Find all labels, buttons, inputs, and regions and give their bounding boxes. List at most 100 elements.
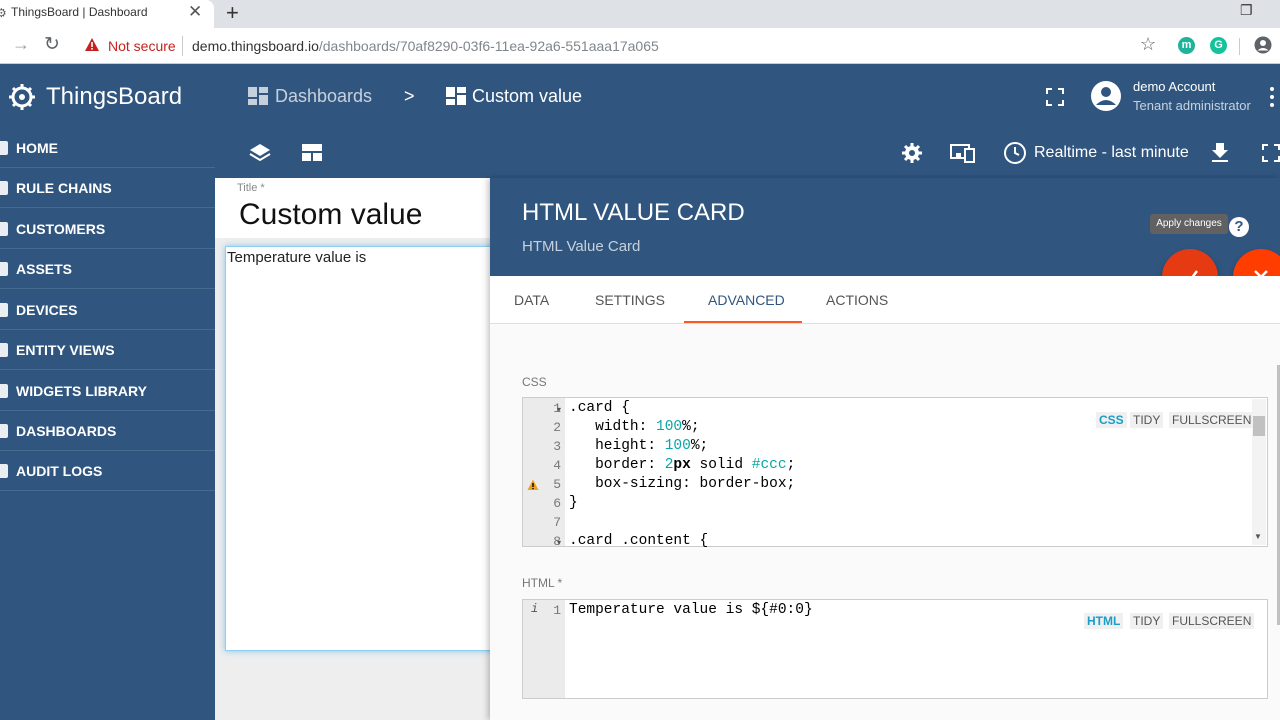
css-code-line: } xyxy=(569,495,578,511)
sidebar-item-label: RULE CHAINS xyxy=(16,180,112,196)
toolbar-divider xyxy=(1239,38,1240,55)
sidebar-item-label: CUSTOMERS xyxy=(16,221,106,237)
widgets-library-icon xyxy=(0,384,8,398)
css-tidy-button[interactable]: TIDY xyxy=(1130,412,1164,428)
rule-chains-icon xyxy=(0,181,8,195)
extension-m-icon[interactable]: m xyxy=(1178,37,1195,54)
url-path: /dashboards/70af8290-03f6-11ea-92a6-551a… xyxy=(318,38,659,54)
css-code-line: width: 100%; xyxy=(569,419,700,435)
favicon-icon: ⚙ xyxy=(0,6,7,20)
browser-tab[interactable]: ⚙ ThingsBoard | Dashboard ✕ xyxy=(0,0,214,28)
tab-actions[interactable]: ACTIONS xyxy=(826,292,888,308)
sidebar-item-label: WIDGETS LIBRARY xyxy=(16,383,147,399)
audit-logs-icon xyxy=(0,464,8,478)
url-host: demo.thingsboard.io xyxy=(192,38,319,54)
forward-icon[interactable]: → xyxy=(12,34,30,55)
user-role: Tenant administrator xyxy=(1133,98,1251,113)
css-editor[interactable]: 1 2 3 4 5 6 7 8 ▾ ▾ .card { width: 100%;… xyxy=(522,397,1268,549)
css-code-line: border: 2px solid #ccc; xyxy=(569,457,796,473)
grammarly-icon[interactable]: G xyxy=(1210,37,1227,54)
sidebar-item-label: ENTITY VIEWS xyxy=(16,342,115,358)
restore-window-icon[interactable]: ❐ xyxy=(1240,2,1253,19)
dashboards-nav-icon xyxy=(0,424,8,438)
html-fullscreen-button[interactable]: FULLSCREEN xyxy=(1169,613,1255,629)
close-tab-icon[interactable]: ✕ xyxy=(188,2,202,22)
customers-icon xyxy=(0,222,8,236)
line-number: 4 xyxy=(553,458,561,473)
sidebar-item-label: ASSETS xyxy=(16,261,73,277)
css-label: CSS xyxy=(522,375,547,389)
url-divider xyxy=(182,36,183,56)
clock-icon[interactable] xyxy=(1003,141,1027,165)
html-label: HTML * xyxy=(522,576,563,590)
download-icon[interactable] xyxy=(1210,141,1230,163)
sidebar-item-assets[interactable]: ASSETS xyxy=(0,249,215,289)
sidebar-item-devices[interactable]: DEVICES xyxy=(0,290,215,330)
settings-gear-icon[interactable] xyxy=(900,141,924,165)
sidebar-item-label: DASHBOARDS xyxy=(16,423,117,439)
brand-name[interactable]: ThingsBoard xyxy=(46,83,182,111)
entity-views-icon xyxy=(0,343,8,357)
html-value-card-widget[interactable] xyxy=(225,246,495,651)
home-icon xyxy=(0,141,8,155)
new-tab-button[interactable]: + xyxy=(226,0,239,26)
sidebar-item-widgets-library[interactable]: WIDGETS LIBRARY xyxy=(0,371,215,411)
css-mode-button[interactable]: CSS xyxy=(1096,412,1127,428)
sidebar-item-home[interactable]: HOME xyxy=(0,128,215,168)
url-input[interactable]: demo.thingsboard.io/dashboards/70af8290-… xyxy=(192,38,659,54)
dashboard-fullscreen-icon[interactable] xyxy=(1262,144,1280,162)
num-token: #ccc xyxy=(751,457,787,473)
css-editor-scroll-thumb[interactable] xyxy=(1253,416,1265,436)
sidebar-item-label: AUDIT LOGS xyxy=(16,463,103,479)
sidebar-item-label: HOME xyxy=(16,140,58,156)
css-code-line: height: 100%; xyxy=(569,438,709,454)
css-fullscreen-button[interactable]: FULLSCREEN xyxy=(1169,412,1255,428)
help-icon[interactable]: ? xyxy=(1229,217,1249,237)
sidebar-item-audit-logs[interactable]: AUDIT LOGS xyxy=(0,451,215,491)
line-number: 1 xyxy=(553,603,561,618)
dashboards-icon xyxy=(248,87,268,105)
apply-changes-tooltip: Apply changes xyxy=(1150,214,1228,234)
line-number: 6 xyxy=(553,496,561,511)
html-editor[interactable]: i 1 Temperature value is ${#0:0} HTML TI… xyxy=(522,599,1268,699)
tab-data[interactable]: DATA xyxy=(514,292,549,308)
breadcrumb-separator: > xyxy=(404,86,415,106)
user-name[interactable]: demo Account xyxy=(1133,79,1215,94)
title-label: Title * xyxy=(237,182,265,194)
layers-icon[interactable] xyxy=(248,141,272,165)
sidebar-item-customers[interactable]: CUSTOMERS xyxy=(0,209,215,249)
css-code-line: .card .content { xyxy=(569,533,709,549)
html-code-line: Temperature value is ${#0:0} xyxy=(569,602,813,618)
devices-icon[interactable] xyxy=(950,143,976,163)
fullscreen-icon[interactable] xyxy=(1046,88,1064,106)
line-number: 1 xyxy=(553,401,561,416)
breadcrumb-dashboards[interactable]: Dashboards xyxy=(275,86,372,107)
thingsboard-logo-icon xyxy=(9,84,35,110)
account-avatar-icon[interactable] xyxy=(1090,80,1122,112)
css-code-line: .card { xyxy=(569,400,630,416)
html-mode-button[interactable]: HTML xyxy=(1084,613,1124,629)
layout-icon[interactable] xyxy=(302,144,322,161)
num-token: 100 xyxy=(656,419,683,435)
devices-nav-icon xyxy=(0,303,8,317)
not-secure-label[interactable]: Not secure xyxy=(108,38,176,54)
sidebar-item-rule-chains[interactable]: RULE CHAINS xyxy=(0,168,215,208)
assets-icon xyxy=(0,262,8,276)
html-tidy-button[interactable]: TIDY xyxy=(1130,613,1164,629)
dashboard-title-input[interactable]: Custom value xyxy=(239,198,422,232)
tab-advanced[interactable]: ADVANCED xyxy=(708,292,785,308)
bookmark-star-icon[interactable]: ☆ xyxy=(1140,34,1156,55)
reload-icon[interactable]: ↻ xyxy=(44,33,60,56)
tab-settings[interactable]: SETTINGS xyxy=(595,292,665,308)
time-window-button[interactable]: Realtime - last minute xyxy=(1034,144,1189,162)
more-vert-icon[interactable] xyxy=(1268,86,1276,108)
sidebar-item-dashboards[interactable]: DASHBOARDS xyxy=(0,411,215,451)
dashboard-icon xyxy=(446,87,466,105)
panel-title: HTML VALUE CARD xyxy=(522,199,745,226)
profile-icon[interactable] xyxy=(1254,36,1272,54)
fold-arrow-icon[interactable]: ▾ xyxy=(557,538,561,548)
fold-arrow-icon[interactable]: ▾ xyxy=(557,405,561,415)
warning-icon xyxy=(85,38,99,51)
scroll-down-arrow-icon[interactable]: ▼ xyxy=(1254,532,1262,541)
sidebar-item-entity-views[interactable]: ENTITY VIEWS xyxy=(0,330,215,370)
